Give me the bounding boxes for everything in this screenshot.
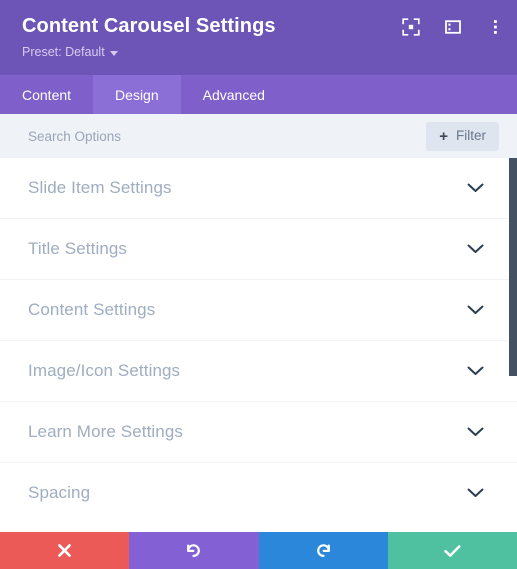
- filter-button[interactable]: + Filter: [426, 121, 499, 151]
- redo-button[interactable]: [258, 532, 388, 569]
- search-input[interactable]: [28, 124, 427, 148]
- chevron-down-icon: [467, 183, 484, 193]
- accordion-list: Slide Item Settings Title Settings Conte…: [0, 158, 517, 521]
- chevron-down-icon: [467, 427, 484, 437]
- tab-design[interactable]: Design: [93, 75, 181, 114]
- accordion-section-spacing[interactable]: Spacing: [0, 463, 517, 521]
- accordion-label: Image/Icon Settings: [28, 361, 181, 380]
- redo-arrow-icon: [314, 541, 333, 560]
- filter-button-label: Filter: [456, 128, 486, 144]
- undo-arrow-icon: [184, 541, 203, 560]
- focus-target-icon[interactable]: [401, 17, 421, 37]
- accordion-section-slide-item-settings[interactable]: Slide Item Settings: [0, 158, 517, 219]
- accordion-section-title-settings[interactable]: Title Settings: [0, 219, 517, 280]
- checkmark-icon: [443, 543, 462, 559]
- scrollbar-track[interactable]: [509, 158, 517, 521]
- chevron-down-icon: [109, 50, 118, 56]
- accordion-label: Title Settings: [28, 239, 128, 258]
- accordion-section-image-icon-settings[interactable]: Image/Icon Settings: [0, 341, 517, 402]
- header-icon-group: [401, 17, 505, 37]
- scrollbar-thumb[interactable]: [509, 158, 517, 376]
- module-settings-modal: Content Carousel Settings Preset: Defaul…: [0, 0, 517, 569]
- chevron-down-icon: [467, 366, 484, 376]
- cancel-button[interactable]: [0, 532, 130, 569]
- save-button[interactable]: [387, 532, 517, 569]
- settings-scroll-area: Slide Item Settings Title Settings Conte…: [0, 158, 517, 521]
- accordion-section-learn-more-settings[interactable]: Learn More Settings: [0, 402, 517, 463]
- accordion-label: Slide Item Settings: [28, 178, 172, 197]
- chevron-down-icon: [467, 244, 484, 254]
- modal-footer: [0, 532, 517, 569]
- search-row: + Filter: [0, 114, 517, 158]
- accordion-section-content-settings[interactable]: Content Settings: [0, 280, 517, 341]
- modal-header: Content Carousel Settings Preset: Defaul…: [0, 0, 517, 75]
- accordion-label: Content Settings: [28, 300, 156, 319]
- more-vertical-icon[interactable]: [485, 17, 505, 37]
- chevron-down-icon: [467, 305, 484, 315]
- preset-label: Preset: Default: [22, 45, 105, 59]
- undo-button[interactable]: [129, 532, 259, 569]
- chevron-down-icon: [467, 488, 484, 498]
- close-x-icon: [56, 542, 73, 559]
- accordion-label: Spacing: [28, 483, 91, 502]
- preset-dropdown[interactable]: Preset: Default: [22, 44, 118, 60]
- accordion-label: Learn More Settings: [28, 422, 183, 441]
- tab-content[interactable]: Content: [0, 75, 93, 114]
- footer-spacer: [0, 521, 517, 532]
- plus-icon: +: [439, 127, 448, 145]
- layout-panel-icon[interactable]: [443, 17, 463, 37]
- tab-bar: Content Design Advanced: [0, 75, 517, 114]
- tab-advanced[interactable]: Advanced: [181, 75, 287, 114]
